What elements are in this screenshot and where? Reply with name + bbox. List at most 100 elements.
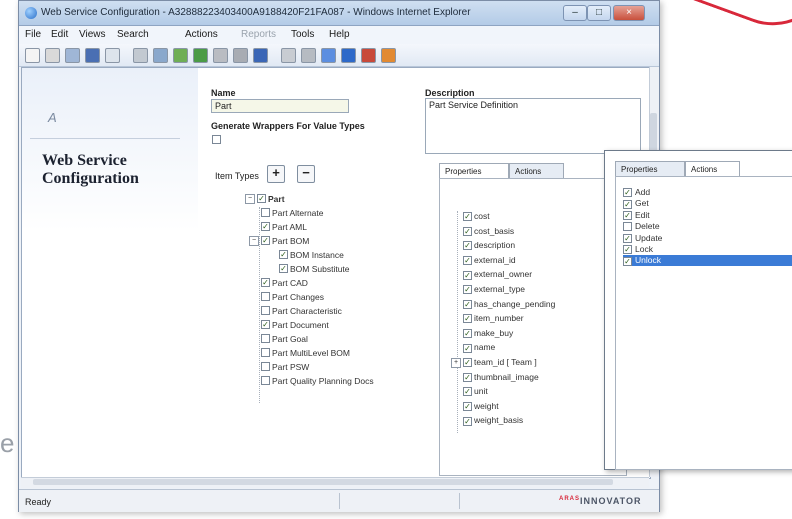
tree-node-checkbox[interactable]: ✓ xyxy=(261,278,270,288)
property-item[interactable]: ✓ has_change_pending xyxy=(463,299,555,311)
menu-help[interactable]: Help xyxy=(329,29,350,40)
property-checkbox[interactable]: ✓ xyxy=(463,387,472,397)
action-checkbox[interactable]: ✓ xyxy=(623,233,632,243)
tree-node-checkbox[interactable]: ✓ xyxy=(261,236,270,246)
tree-node[interactable]: ✓ Part CAD xyxy=(261,277,308,290)
view-icon[interactable] xyxy=(153,48,168,63)
tree-node[interactable]: Part PSW xyxy=(261,361,309,374)
property-item[interactable]: + ✓ team_id [ Team ] xyxy=(451,357,537,369)
tree-node[interactable]: Part Goal xyxy=(261,333,308,346)
tree-node[interactable]: ✓ Part AML xyxy=(261,221,307,234)
settings-icon[interactable] xyxy=(381,48,396,63)
property-checkbox[interactable]: ✓ xyxy=(463,416,472,426)
tree-node-checkbox[interactable]: ✓ xyxy=(257,194,266,204)
tree-node[interactable]: Part Quality Planning Docs xyxy=(261,375,374,388)
add-item-type-button[interactable]: + xyxy=(267,165,285,183)
tree-node[interactable]: Part MultiLevel BOM xyxy=(261,347,350,360)
tree-node-checkbox[interactable] xyxy=(261,208,270,218)
open-icon[interactable] xyxy=(45,48,60,63)
action-checkbox[interactable] xyxy=(623,222,632,232)
action-checkbox[interactable]: ✓ xyxy=(623,245,632,255)
action-checkbox[interactable]: ✓ xyxy=(623,211,632,221)
unlock-icon[interactable] xyxy=(233,48,248,63)
tree-node-checkbox[interactable] xyxy=(261,376,270,386)
property-item[interactable]: ✓ external_type xyxy=(463,284,525,296)
list-icon[interactable] xyxy=(301,48,316,63)
menu-actions[interactable]: Actions xyxy=(185,29,218,40)
property-checkbox[interactable]: ✓ xyxy=(463,329,472,339)
close-button[interactable]: × xyxy=(613,5,645,21)
tab-actions[interactable]: Actions xyxy=(509,163,564,179)
property-item[interactable]: ✓ name xyxy=(463,342,495,354)
property-checkbox[interactable]: ✓ xyxy=(463,343,472,353)
tree-node[interactable]: Part Alternate xyxy=(261,207,324,220)
tree-node[interactable]: ✓ BOM Instance xyxy=(279,249,344,262)
property-checkbox[interactable]: ✓ xyxy=(463,270,472,280)
tree-node[interactable]: ✓ Part Document xyxy=(261,319,329,332)
action-item[interactable]: ✓ Unlock xyxy=(623,255,792,267)
property-checkbox[interactable]: ✓ xyxy=(463,372,472,382)
property-item[interactable]: ✓ description xyxy=(463,240,515,252)
menu-file[interactable]: File xyxy=(25,29,41,40)
tree-node[interactable]: Part Changes xyxy=(261,291,324,304)
export-icon[interactable] xyxy=(193,48,208,63)
property-checkbox[interactable]: ✓ xyxy=(463,402,472,412)
tree-node[interactable]: − ✓ Part xyxy=(245,193,285,206)
property-checkbox[interactable]: ✓ xyxy=(463,241,472,251)
tree-node[interactable]: Part Characteristic xyxy=(261,305,342,318)
property-checkbox[interactable]: ✓ xyxy=(463,285,472,295)
property-item[interactable]: ✓ weight_basis xyxy=(463,415,523,427)
property-item[interactable]: ✓ item_number xyxy=(463,313,524,325)
tree-node[interactable]: ✓ BOM Substitute xyxy=(279,263,350,276)
new-icon[interactable] xyxy=(25,48,40,63)
minimize-button[interactable]: – xyxy=(563,5,587,21)
menu-tools[interactable]: Tools xyxy=(291,29,314,40)
refresh-icon[interactable] xyxy=(133,48,148,63)
info-icon[interactable] xyxy=(341,48,356,63)
folder-icon[interactable] xyxy=(173,48,188,63)
property-checkbox[interactable]: ✓ xyxy=(463,256,472,266)
remove-item-type-button[interactable]: − xyxy=(297,165,315,183)
action-item[interactable]: ✓ Lock xyxy=(623,244,653,255)
copy-icon[interactable] xyxy=(65,48,80,63)
tree-node-checkbox[interactable] xyxy=(261,292,270,302)
action-checkbox[interactable]: ✓ xyxy=(623,199,632,209)
property-item[interactable]: ✓ cost_basis xyxy=(463,226,514,238)
property-item[interactable]: ✓ external_owner xyxy=(463,269,532,281)
tools-icon[interactable] xyxy=(281,48,296,63)
tree-node-checkbox[interactable]: ✓ xyxy=(279,250,288,260)
menu-search[interactable]: Search xyxy=(117,29,149,40)
property-item[interactable]: ✓ unit xyxy=(463,386,488,398)
tree-node-checkbox[interactable]: ✓ xyxy=(279,264,288,274)
action-item[interactable]: ✓ Edit xyxy=(623,210,650,221)
wand-icon[interactable] xyxy=(361,48,376,63)
tree-node-checkbox[interactable] xyxy=(261,306,270,316)
collapse-icon[interactable]: − xyxy=(249,235,259,246)
print-icon[interactable] xyxy=(105,48,120,63)
property-checkbox[interactable]: ✓ xyxy=(463,212,472,222)
property-item[interactable]: ✓ cost xyxy=(463,211,490,223)
tree-node-checkbox[interactable]: ✓ xyxy=(261,320,270,330)
property-checkbox[interactable]: ✓ xyxy=(463,314,472,324)
horizontal-scroll-thumb[interactable] xyxy=(33,479,613,485)
collapse-icon[interactable]: − xyxy=(245,193,255,204)
property-checkbox[interactable]: ✓ xyxy=(463,226,472,236)
menu-views[interactable]: Views xyxy=(79,29,106,40)
property-item[interactable]: ✓ thumbnail_image xyxy=(463,372,539,384)
maximize-button[interactable]: □ xyxy=(587,5,611,21)
action-checkbox[interactable]: ✓ xyxy=(623,256,632,266)
tree-node-checkbox[interactable] xyxy=(261,348,270,358)
action-item[interactable]: ✓ Update xyxy=(623,233,662,244)
action-item[interactable]: Delete xyxy=(623,221,660,232)
generate-wrappers-checkbox[interactable] xyxy=(212,135,221,144)
description-field[interactable]: Part Service Definition xyxy=(425,98,641,154)
tab-properties[interactable]: Properties xyxy=(615,161,685,177)
tree-node-checkbox[interactable] xyxy=(261,362,270,372)
action-item[interactable]: ✓ Add xyxy=(623,187,650,198)
lock-icon[interactable] xyxy=(213,48,228,63)
property-checkbox[interactable]: ✓ xyxy=(463,299,472,309)
title-bar[interactable]: Web Service Configuration - A32888223403… xyxy=(19,1,659,26)
property-item[interactable]: ✓ make_buy xyxy=(463,328,513,340)
action-item[interactable]: ✓ Get xyxy=(623,198,649,209)
menu-edit[interactable]: Edit xyxy=(51,29,68,40)
